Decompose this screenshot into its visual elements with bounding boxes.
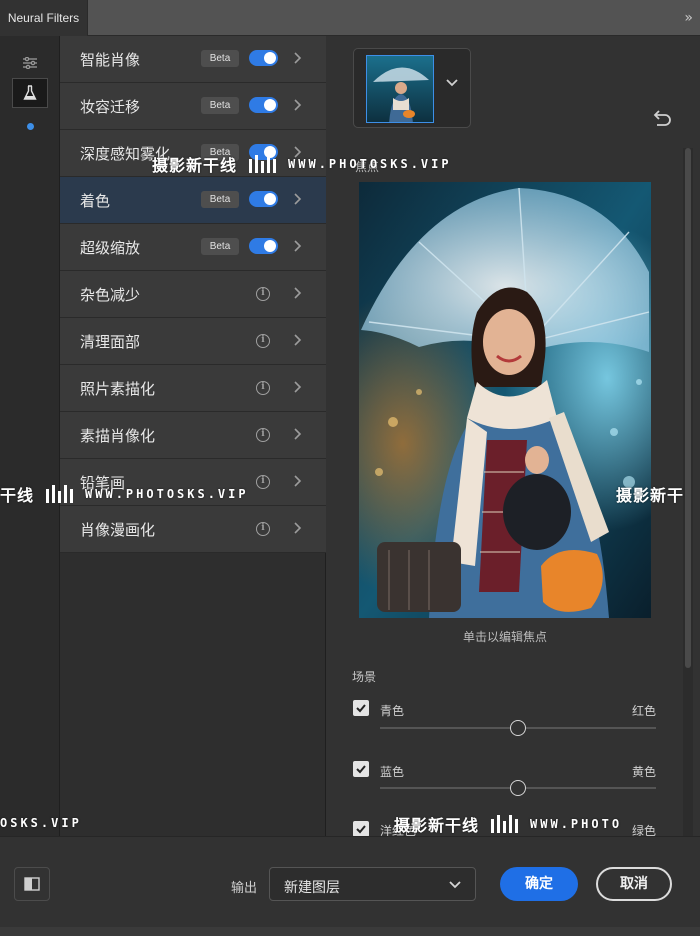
bottom-edge — [0, 927, 700, 936]
filter-label: 清理面部 — [80, 333, 141, 351]
filter-toggle[interactable] — [249, 238, 278, 254]
beta-badge: Beta — [201, 97, 239, 114]
info-icon[interactable]: i — [256, 334, 270, 348]
filter-item-portrait-caricature[interactable]: 肖像漫画化 i — [60, 506, 326, 553]
slider-checkbox-cyan-red[interactable] — [353, 700, 369, 716]
chevron-right-icon[interactable] — [292, 50, 302, 66]
chevron-down-icon — [449, 881, 461, 889]
chevron-right-icon[interactable] — [292, 520, 302, 536]
filter-item-smart-portrait[interactable]: 智能肖像 Beta — [60, 36, 326, 83]
watermark: 摄影新干线 WWW.PHOTO — [394, 812, 622, 836]
scrollbar-thumb[interactable] — [685, 148, 691, 668]
filter-label: 素描肖像化 — [80, 427, 156, 445]
filter-item-photo-sketch[interactable]: 照片素描化 i — [60, 365, 326, 412]
flask-icon[interactable] — [12, 78, 48, 108]
filter-item-sketch-portrait[interactable]: 素描肖像化 i — [60, 412, 326, 459]
watermark-text: 摄影新干线 — [394, 816, 480, 835]
slider-knob-cyan-red[interactable] — [510, 720, 526, 736]
status-dot — [27, 123, 34, 130]
slider-left-label: 青色 — [380, 704, 405, 718]
slider-checkbox-magenta-green[interactable] — [353, 821, 369, 837]
watermark-text: 干线 — [0, 486, 35, 505]
chevron-right-icon[interactable] — [292, 332, 302, 348]
filter-item-face-cleanup[interactable]: 清理面部 i — [60, 318, 326, 365]
watermark-text: 摄影新干 — [616, 486, 685, 505]
check-icon — [356, 825, 366, 834]
dialog-footer: 输出 新建图层 确定 取消 — [0, 836, 700, 936]
ok-button[interactable]: 确定 — [500, 867, 578, 901]
section-title: 场景 — [352, 670, 377, 684]
watermark: 摄影新干 — [616, 482, 684, 506]
split-view-icon — [24, 877, 40, 891]
filter-label: 智能肖像 — [80, 51, 141, 69]
chevron-right-icon[interactable] — [292, 473, 302, 489]
filter-item-makeup-transfer[interactable]: 妆容迁移 Beta — [60, 83, 326, 130]
check-icon — [356, 765, 366, 774]
collapse-panel-icon[interactable]: » — [684, 10, 692, 26]
filter-label: 照片素描化 — [80, 380, 156, 398]
info-icon[interactable]: i — [256, 287, 270, 301]
chevron-right-icon[interactable] — [292, 97, 302, 113]
filter-toggle[interactable] — [249, 97, 278, 113]
check-icon — [356, 704, 366, 713]
filter-item-super-zoom[interactable]: 超级缩放 Beta — [60, 224, 326, 271]
title-bar: Neural Filters » — [0, 0, 700, 36]
watermark-logo — [249, 155, 277, 173]
slider-knob-blue-yellow[interactable] — [510, 780, 526, 796]
slider-right-label: 红色 — [631, 704, 656, 718]
watermark-logo — [491, 815, 519, 833]
info-icon[interactable]: i — [256, 475, 270, 489]
watermark-url: WWW.PHOTOSKS.VIP — [85, 487, 249, 501]
watermark-url: WWW.PHOTOSKS.VIP — [288, 157, 452, 171]
chevron-right-icon[interactable] — [292, 379, 302, 395]
reference-thumbnail[interactable] — [366, 55, 434, 123]
chevron-right-icon[interactable] — [292, 285, 302, 301]
filter-item-colorize[interactable]: 着色 Beta — [60, 177, 326, 224]
info-icon[interactable]: i — [256, 522, 270, 536]
filter-toggle[interactable] — [249, 191, 278, 207]
panel-tab[interactable]: Neural Filters — [0, 0, 88, 36]
watermark: 干线 WWW.PHOTOSKS.VIP — [0, 482, 249, 506]
watermark: 摄影新干线 WWW.PHOTOSKS.VIP — [152, 152, 452, 176]
slider-checkbox-blue-yellow[interactable] — [353, 761, 369, 777]
beta-badge: Beta — [201, 191, 239, 208]
reset-icon[interactable] — [652, 110, 672, 126]
beta-badge: Beta — [201, 238, 239, 255]
preview-hint: 单击以编辑焦点 — [462, 630, 547, 644]
output-label: 输出 — [231, 881, 258, 896]
watermark: OSKS.VIP — [0, 816, 82, 830]
sliders-icon[interactable] — [12, 48, 48, 78]
watermark-text: 摄影新干线 — [152, 156, 238, 175]
chevron-right-icon[interactable] — [292, 426, 302, 442]
filter-toggle[interactable] — [249, 50, 278, 66]
watermark-url: WWW.PHOTO — [530, 817, 623, 831]
reference-image-selector[interactable] — [353, 48, 471, 128]
slider-right-label: 黄色 — [631, 765, 656, 779]
focus-preview-image[interactable] — [359, 182, 651, 618]
tool-strip — [0, 36, 60, 836]
watermark-logo — [46, 485, 74, 503]
filter-label: 杂色减少 — [80, 286, 141, 304]
chevron-down-icon[interactable] — [446, 79, 458, 87]
slider-left-label: 蓝色 — [380, 765, 405, 779]
filter-label: 着色 — [80, 192, 111, 210]
chevron-right-icon[interactable] — [292, 191, 302, 207]
chevron-right-icon[interactable] — [292, 238, 302, 254]
output-select[interactable]: 新建图层 — [269, 867, 476, 901]
output-select-value: 新建图层 — [284, 880, 340, 896]
info-icon[interactable]: i — [256, 381, 270, 395]
cancel-button[interactable]: 取消 — [596, 867, 672, 901]
filter-label: 妆容迁移 — [80, 98, 141, 116]
watermark-url: OSKS.VIP — [0, 816, 82, 830]
filter-item-noise-reduction[interactable]: 杂色减少 i — [60, 271, 326, 318]
info-icon[interactable]: i — [256, 428, 270, 442]
beta-badge: Beta — [201, 50, 239, 67]
filter-label: 超级缩放 — [80, 239, 141, 257]
filter-label: 肖像漫画化 — [80, 521, 156, 539]
show-original-button[interactable] — [14, 867, 50, 901]
